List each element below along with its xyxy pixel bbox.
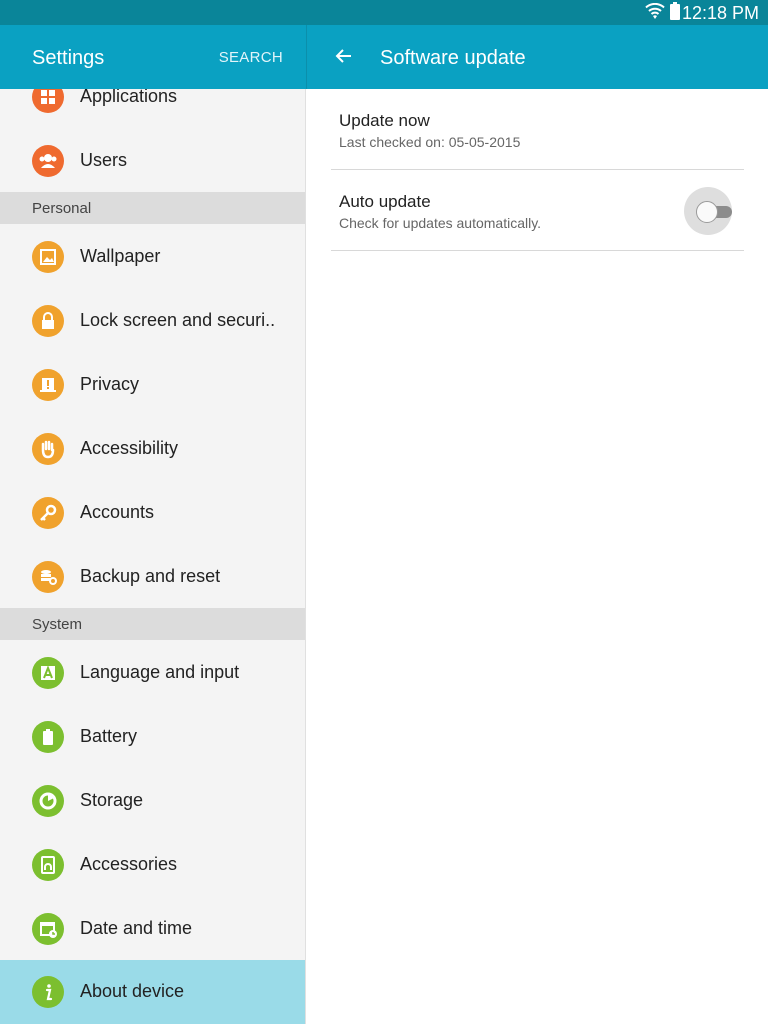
sidebar-item-label: About device <box>80 981 185 1001</box>
update-now-row[interactable]: Update now Last checked on: 05-05-2015 <box>331 89 744 170</box>
sidebar-item-label: Accessibility <box>80 438 179 458</box>
sidebar-item-accessories[interactable]: Accessories <box>0 833 305 897</box>
sidebar-item-lock-screen[interactable]: Lock screen and securi.. <box>0 289 305 353</box>
storage-icon <box>32 785 64 817</box>
toggle-knob <box>696 201 718 223</box>
info-icon <box>32 976 64 1008</box>
image-icon <box>32 241 64 273</box>
section-label: Personal <box>32 200 92 217</box>
section-label: System <box>32 616 83 633</box>
auto-update-title: Auto update <box>339 192 431 211</box>
sidebar-item-accounts[interactable]: Accounts <box>0 481 305 545</box>
sidebar-item-users[interactable]: Users <box>0 129 305 193</box>
sidebar-item-about-device[interactable]: About device <box>0 960 305 1024</box>
auto-update-toggle[interactable] <box>684 187 732 235</box>
software-update-panel: Update now Last checked on: 05-05-2015 A… <box>307 89 768 1024</box>
status-bar: 12:18 PM <box>0 0 768 25</box>
accessories-icon <box>32 849 64 881</box>
wifi-icon <box>645 3 665 19</box>
battery-icon <box>32 721 64 753</box>
sidebar-item-label: Wallpaper <box>80 246 161 266</box>
clock: 12:18 PM <box>681 3 759 23</box>
settings-header: Settings SEARCH <box>0 25 306 89</box>
auto-update-row[interactable]: Auto update Check for updates automatica… <box>331 170 744 251</box>
sidebar-item-label: Language and input <box>80 662 240 682</box>
auto-update-description: Check for updates automatically. <box>339 215 542 231</box>
calendar-icon <box>32 913 64 945</box>
sidebar-item-accessibility[interactable]: Accessibility <box>0 417 305 481</box>
search-button[interactable]: SEARCH <box>219 49 283 66</box>
sidebar-item-label: Accessories <box>80 854 178 874</box>
detail-header: Software update <box>306 25 768 89</box>
sidebar-item-label: Lock screen and securi.. <box>80 310 276 330</box>
users-icon <box>32 145 64 177</box>
sidebar-item-language-input[interactable]: Language and input <box>0 641 305 705</box>
key-icon <box>32 497 64 529</box>
sidebar-item-label: Date and time <box>80 918 193 938</box>
sidebar-item-battery[interactable]: Battery <box>0 705 305 769</box>
sidebar-item-applications[interactable]: Applications <box>0 89 305 129</box>
sidebar-item-date-time[interactable]: Date and time <box>0 897 305 961</box>
page-title: Software update <box>380 47 526 69</box>
language-icon <box>32 657 64 689</box>
sidebar-item-privacy[interactable]: Privacy <box>0 353 305 417</box>
settings-sidebar[interactable]: Applications Users Personal Wallpaper Lo… <box>0 89 306 1024</box>
back-arrow-icon[interactable] <box>333 45 355 67</box>
sidebar-item-label: Backup and reset <box>80 566 221 586</box>
settings-title: Settings <box>32 47 105 69</box>
sidebar-item-label: Users <box>80 150 128 170</box>
sidebar-item-label: Battery <box>80 726 138 746</box>
lock-icon <box>32 305 64 337</box>
sidebar-item-storage[interactable]: Storage <box>0 769 305 833</box>
update-now-title: Update now <box>339 111 430 130</box>
sidebar-item-wallpaper[interactable]: Wallpaper <box>0 225 305 289</box>
sidebar-item-label: Privacy <box>80 374 140 394</box>
grid-icon <box>32 89 64 113</box>
privacy-icon <box>32 369 64 401</box>
sidebar-item-backup-reset[interactable]: Backup and reset <box>0 545 305 609</box>
sidebar-item-label: Accounts <box>80 502 155 522</box>
battery-icon <box>670 2 680 20</box>
sidebar-item-label: Applications <box>80 89 178 106</box>
sidebar-item-label: Storage <box>80 790 144 810</box>
backup-icon <box>32 561 64 593</box>
hand-icon <box>32 433 64 465</box>
section-header-system: System <box>0 608 305 640</box>
last-checked-text: Last checked on: 05-05-2015 <box>339 134 521 150</box>
section-header-personal: Personal <box>0 192 305 224</box>
